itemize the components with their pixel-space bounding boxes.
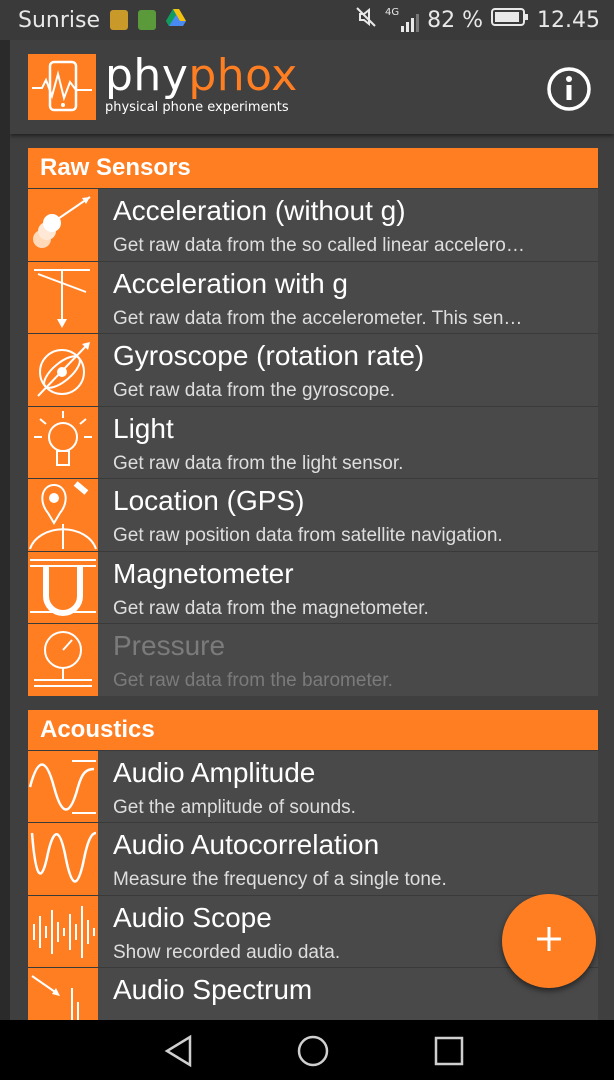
audio-scope-icon: [28, 895, 98, 967]
item-description: Get the amplitude of sounds.: [113, 796, 356, 818]
app-window: phyphox physical phone experiments Raw S…: [10, 40, 614, 1020]
item-description: Get raw position data from satellite nav…: [113, 525, 503, 546]
app-name: phyphox: [105, 52, 298, 100]
item-title: Audio Spectrum: [113, 974, 313, 1005]
accelerometer-icon: [28, 261, 98, 333]
battery-icon: [491, 7, 529, 33]
category-header-raw-sensors: Raw Sensors: [28, 148, 598, 188]
status-bar: Sunrise 4G 82 % 12.45: [0, 0, 614, 40]
signal-icon: 4G: [384, 7, 420, 32]
item-title: Light: [113, 412, 174, 444]
item-title: Acceleration (without g): [113, 195, 406, 226]
network-type-label: 4G: [384, 7, 400, 18]
phyphox-logo: [28, 54, 96, 120]
item-description: Measure the frequency of a single tone.: [113, 869, 447, 890]
app-toolbar: phyphox physical phone experiments: [10, 40, 614, 134]
back-icon[interactable]: [162, 1034, 196, 1068]
item-description: Get raw data from the gyroscope.: [113, 380, 395, 401]
battery-percent: 82 %: [427, 7, 484, 33]
home-icon[interactable]: [296, 1034, 330, 1068]
list-item-acceleration-without-g[interactable]: Acceleration (without g) Get raw data fr…: [28, 188, 598, 261]
pressure-gauge-icon: [28, 624, 98, 696]
category-header-acoustics: Acoustics: [28, 709, 598, 750]
shield-app-icon: [138, 10, 157, 30]
item-title: Gyroscope (rotation rate): [113, 340, 425, 371]
app-name-part2: phox: [188, 50, 298, 101]
mute-icon: [355, 6, 377, 34]
item-description: Get raw data from the so called linear a…: [113, 235, 525, 256]
list-item-gyroscope[interactable]: Gyroscope (rotation rate) Get raw data f…: [28, 333, 598, 406]
recents-icon[interactable]: [432, 1034, 466, 1068]
light-bulb-icon: [28, 406, 98, 478]
acceleration-icon: [28, 189, 98, 261]
app-name-part1: phy: [105, 50, 189, 101]
item-title: Audio Scope: [113, 901, 272, 933]
brand: phyphox physical phone experiments: [105, 52, 298, 116]
plus-icon: [535, 925, 563, 957]
item-description: Get raw data from the barometer.: [113, 670, 393, 691]
audio-spectrum-icon: [28, 968, 98, 1020]
audio-autocorrelation-icon: [28, 823, 98, 895]
clock: 12.45: [537, 7, 600, 33]
audio-amplitude-icon: [28, 750, 98, 822]
lock-app-icon: [110, 10, 129, 30]
item-title: Audio Amplitude: [113, 756, 316, 788]
add-experiment-button[interactable]: [502, 894, 596, 988]
item-title: Acceleration with g: [113, 267, 349, 299]
navigation-bar: [0, 1020, 614, 1080]
background-window-edge: [0, 40, 10, 1020]
list-item-audio-autocorrelation[interactable]: Audio Autocorrelation Measure the freque…: [28, 822, 598, 895]
item-title: Location (GPS): [113, 485, 305, 516]
item-description: Get raw data from the light sensor.: [113, 452, 404, 474]
magnet-icon: [28, 551, 98, 623]
list-item-acceleration-with-g[interactable]: Acceleration with g Get raw data from th…: [28, 260, 598, 333]
list-item-light[interactable]: Light Get raw data from the light sensor…: [28, 405, 598, 478]
gyroscope-icon: [28, 334, 98, 406]
carrier-label: Sunrise: [18, 7, 101, 33]
experiment-list: Raw Sensors Acceleration (without g) Get…: [28, 148, 598, 1020]
list-item-pressure[interactable]: Pressure Get raw data from the barometer…: [28, 623, 598, 696]
app-subtitle: physical phone experiments: [105, 100, 289, 115]
drive-icon: [166, 8, 187, 33]
item-title: Magnetometer: [113, 557, 294, 589]
list-item-audio-amplitude[interactable]: Audio Amplitude Get the amplitude of sou…: [28, 749, 598, 822]
item-description: Get raw data from the magnetometer.: [113, 597, 429, 619]
item-title: Audio Autocorrelation: [113, 829, 380, 860]
item-title: Pressure: [113, 630, 226, 661]
list-item-magnetometer[interactable]: Magnetometer Get raw data from the magne…: [28, 550, 598, 623]
item-description: Get raw data from the accelerometer. Thi…: [113, 307, 523, 329]
list-item-location-gps[interactable]: Location (GPS) Get raw position data fro…: [28, 478, 598, 551]
info-icon[interactable]: [546, 66, 592, 112]
list-item-audio-spectrum[interactable]: Audio Spectrum: [28, 967, 598, 1020]
location-icon: [28, 479, 98, 551]
